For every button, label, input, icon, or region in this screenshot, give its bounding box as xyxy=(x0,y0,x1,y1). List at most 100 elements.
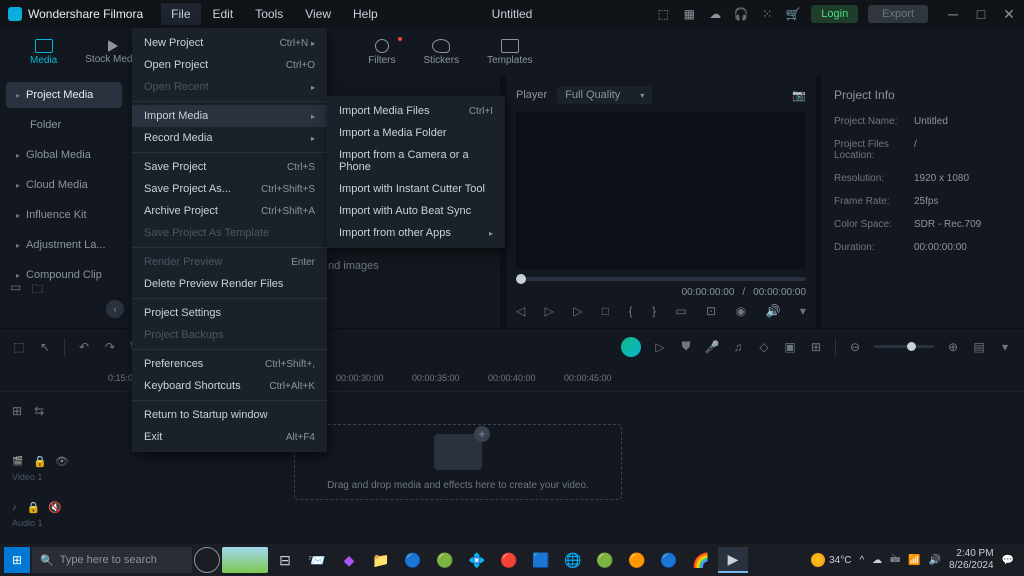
mute-icon[interactable]: 🔇 xyxy=(48,501,62,514)
link-icon[interactable]: ⇆ xyxy=(34,404,44,418)
tray-wifi-icon[interactable]: 📶 xyxy=(908,555,920,566)
menu-edit[interactable]: Edit xyxy=(203,3,244,25)
apps-icon[interactable]: ⁙ xyxy=(759,6,775,22)
tray-chevron[interactable]: ^ xyxy=(859,555,864,566)
play-button[interactable]: ▷ xyxy=(573,304,582,318)
minimize-button[interactable]: ─ xyxy=(946,7,960,21)
file-menu-import-media[interactable]: Import Media ▸ xyxy=(132,105,327,127)
export-button[interactable]: Export xyxy=(868,5,928,23)
save-cloud-icon[interactable]: ⬚ xyxy=(655,6,671,22)
tray-volume-icon[interactable]: 🔊 xyxy=(929,555,941,566)
music-icon[interactable]: ♫ xyxy=(731,340,745,354)
import-import-with-instant-cutter-tool[interactable]: Import with Instant Cutter Tool xyxy=(327,178,505,200)
taskbar-app-4[interactable]: 🔴 xyxy=(494,547,524,573)
import-import-from-other-apps[interactable]: Import from other Apps ▸ xyxy=(327,222,505,244)
tab-media[interactable]: Media xyxy=(16,35,71,70)
ai-button[interactable] xyxy=(621,337,641,357)
login-button[interactable]: Login xyxy=(811,5,858,23)
bin-icon[interactable]: ▭ xyxy=(10,280,21,301)
stop-button[interactable]: □ xyxy=(602,304,609,318)
file-menu-open-project[interactable]: Open ProjectCtrl+O xyxy=(132,54,327,76)
mark-in-button[interactable]: { xyxy=(629,304,633,318)
lock-icon[interactable]: 🔒 xyxy=(27,501,41,514)
close-button[interactable]: ✕ xyxy=(1002,7,1016,21)
player-seekbar[interactable] xyxy=(516,277,806,281)
sidebar-item-global-media[interactable]: ▸Global Media xyxy=(6,142,122,168)
shield-icon[interactable]: ⛊ xyxy=(679,340,693,354)
sidebar-item-adjustment-layer[interactable]: ▸Adjustment La... xyxy=(6,232,122,258)
view-mode-button[interactable]: ▤ xyxy=(972,340,986,354)
mixer-icon[interactable]: ⊞ xyxy=(809,340,823,354)
widget-image[interactable] xyxy=(222,547,268,573)
taskbar-explorer[interactable]: 📁 xyxy=(366,547,396,573)
taskbar-app-3[interactable]: 💠 xyxy=(462,547,492,573)
file-menu-project-settings[interactable]: Project Settings xyxy=(132,302,327,324)
import-import-media-files[interactable]: Import Media FilesCtrl+I xyxy=(327,100,505,122)
tray-lang-icon[interactable]: 🖮 xyxy=(890,552,900,569)
file-menu-save-project-as-[interactable]: Save Project As...Ctrl+Shift+S xyxy=(132,178,327,200)
quality-select[interactable]: Full Quality▾ xyxy=(557,86,652,104)
taskbar-chrome[interactable]: 🟢 xyxy=(430,547,460,573)
cloud-icon[interactable]: ☁ xyxy=(707,6,723,22)
cursor-tool[interactable]: ⬚ xyxy=(12,340,26,354)
group-icon[interactable]: ▣ xyxy=(783,340,797,354)
tab-templates[interactable]: Templates xyxy=(473,35,547,70)
snapshot2-button[interactable]: ◉ xyxy=(736,304,746,318)
mic-icon[interactable]: 🎤 xyxy=(705,340,719,354)
settings-chevron[interactable]: ▾ xyxy=(800,304,806,318)
menu-file[interactable]: File xyxy=(161,3,200,25)
import-import-a-media-folder[interactable]: Import a Media Folder xyxy=(327,122,505,144)
file-menu-save-project[interactable]: Save ProjectCtrl+S xyxy=(132,156,327,178)
tab-stickers[interactable]: Stickers xyxy=(410,35,474,70)
volume-button[interactable]: 🔊 xyxy=(766,304,781,318)
tray-clock[interactable]: 2:40 PM8/26/2024 xyxy=(949,548,994,572)
taskbar-app-6[interactable]: 🟢 xyxy=(590,547,620,573)
zoom-slider[interactable] xyxy=(874,345,934,348)
select-tool[interactable]: ↖ xyxy=(38,340,52,354)
taskbar-app-5[interactable]: 🌐 xyxy=(558,547,588,573)
marker-icon[interactable]: ◇ xyxy=(757,340,771,354)
collapse-sidebar-button[interactable]: ‹ xyxy=(106,300,124,318)
track-manage-icon[interactable]: ⊞ xyxy=(12,404,22,418)
screen-button[interactable]: ⊡ xyxy=(706,304,716,318)
help-icon[interactable]: 🎧 xyxy=(733,6,749,22)
folder-icon[interactable]: 🗀 xyxy=(31,280,43,301)
file-menu-delete-preview-render-files[interactable]: Delete Preview Render Files xyxy=(132,273,327,295)
file-menu-return-to-startup-window[interactable]: Return to Startup window xyxy=(132,404,327,426)
taskbar-filmora[interactable]: ▶ xyxy=(718,547,748,573)
menu-view[interactable]: View xyxy=(295,3,341,25)
taskbar-app-7[interactable]: 🟠 xyxy=(622,547,652,573)
sidebar-item-project-media[interactable]: ▸Project Media xyxy=(6,82,122,108)
lock-icon[interactable]: 🔒 xyxy=(33,455,47,468)
tab-filters[interactable]: Filters xyxy=(354,35,409,70)
taskbar-search[interactable]: 🔍 Type here to search xyxy=(32,547,192,573)
tray-notifications[interactable]: 💬 xyxy=(1002,555,1014,566)
file-menu-keyboard-shortcuts[interactable]: Keyboard ShortcutsCtrl+Alt+K xyxy=(132,375,327,397)
taskbar-app-1[interactable]: 📨 xyxy=(302,547,332,573)
sidebar-item-cloud-media[interactable]: ▸Cloud Media xyxy=(6,172,122,198)
task-view-button[interactable]: ⊟ xyxy=(270,547,300,573)
mark-out-button[interactable]: } xyxy=(652,304,656,318)
timeline-drop-zone[interactable]: Drag and drop media and effects here to … xyxy=(294,424,622,500)
tray-cloud-icon[interactable]: ☁ xyxy=(872,555,882,566)
import-import-with-auto-beat-sync[interactable]: Import with Auto Beat Sync xyxy=(327,200,505,222)
taskbar-app-8[interactable]: 🔵 xyxy=(654,547,684,573)
undo-button[interactable]: ↶ xyxy=(77,340,91,354)
visibility-icon[interactable]: 👁 xyxy=(55,455,69,468)
snapshot-icon[interactable]: 📷 xyxy=(792,89,806,102)
file-menu-record-media[interactable]: Record Media ▸ xyxy=(132,127,327,149)
cortana-button[interactable] xyxy=(194,547,220,573)
layout-icon[interactable]: ▦ xyxy=(681,6,697,22)
maximize-button[interactable]: □ xyxy=(974,7,988,21)
menu-help[interactable]: Help xyxy=(343,3,388,25)
play-backward-button[interactable]: ▷ xyxy=(545,304,554,318)
sidebar-item-folder[interactable]: Folder xyxy=(6,112,122,138)
play-tl-button[interactable]: ▷ xyxy=(653,340,667,354)
cart-icon[interactable]: 🛒 xyxy=(785,6,801,22)
weather-widget[interactable]: 34°C xyxy=(811,553,851,567)
taskbar-edge[interactable]: 🔵 xyxy=(398,547,428,573)
file-menu-new-project[interactable]: New ProjectCtrl+N ▸ xyxy=(132,32,327,54)
file-menu-exit[interactable]: ExitAlt+F4 xyxy=(132,426,327,448)
taskbar-word[interactable]: 🟦 xyxy=(526,547,556,573)
zoom-in-button[interactable]: ⊕ xyxy=(946,340,960,354)
